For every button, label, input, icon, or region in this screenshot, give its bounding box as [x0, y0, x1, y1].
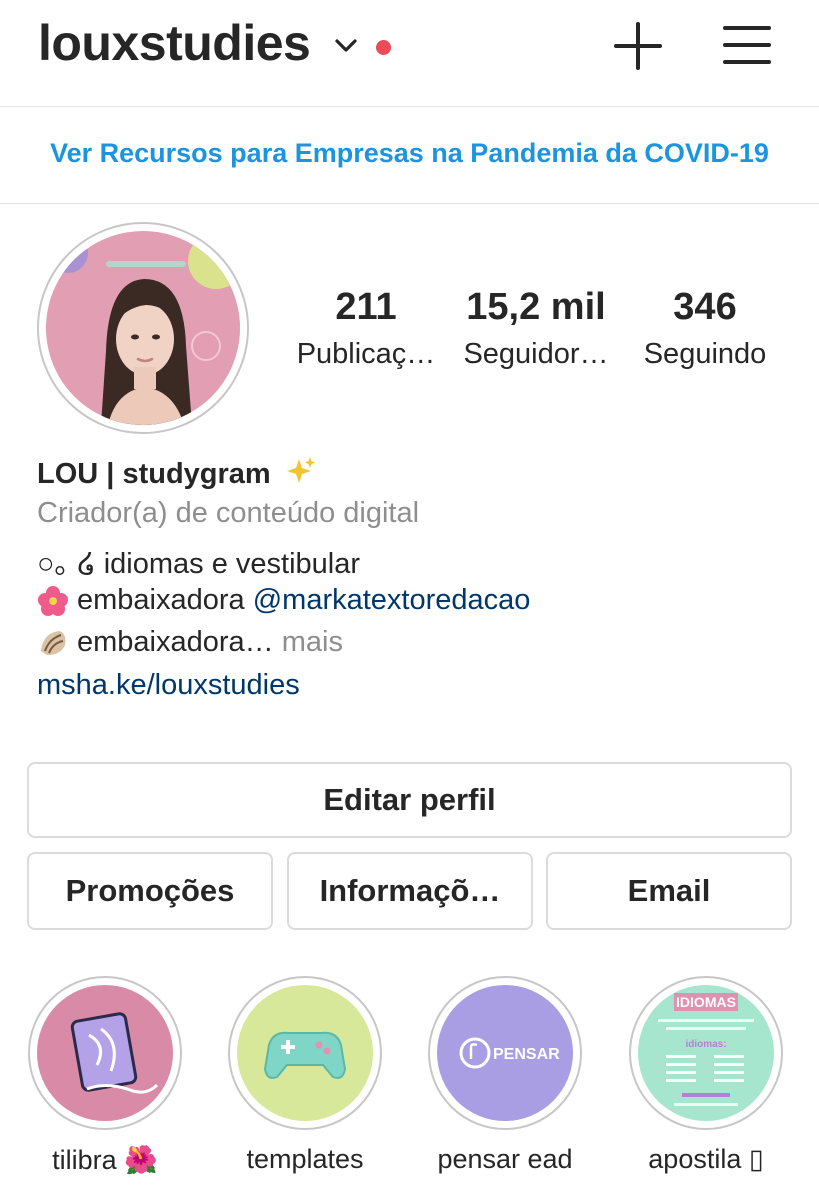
highlight-templates[interactable]: templates [225, 976, 385, 1175]
shell-icon [41, 631, 66, 656]
hibiscus-icon [38, 586, 68, 617]
bio-line-3: embaixadora… mais [37, 626, 343, 659]
highlight-label: pensar ead [437, 1144, 573, 1174]
bio-line-3-text: embaixadora… [77, 626, 274, 658]
covid-resources-link[interactable]: Ver Recursos para Empresas na Pandemia d… [0, 138, 819, 169]
account-switcher-username[interactable]: louxstudies [38, 14, 311, 72]
chevron-down-icon[interactable] [334, 36, 358, 56]
top-bar: louxstudies [0, 0, 819, 107]
apostila-subtitle: idiomas: [685, 1039, 726, 1050]
stat-posts-value: 211 [335, 286, 397, 328]
gamepad-icon [263, 1031, 347, 1079]
highlight-ring: IDIOMAS idiomas: [629, 976, 783, 1130]
highlight-pensar-ead[interactable]: PENSAR pensar ead [425, 976, 585, 1175]
stat-followers[interactable]: 15,2 mil Seguidor… [458, 286, 614, 371]
stat-following-label: Seguindo [643, 338, 767, 370]
bio-name-row: LOU | studygram [37, 455, 317, 491]
notebook-icon [70, 1012, 159, 1094]
stat-posts-label: Publicaç… [296, 338, 436, 370]
promotions-button[interactable]: Promoções [27, 852, 273, 930]
apostila-title: IDIOMAS [676, 994, 736, 1010]
highlight-label: apostila ▯ [648, 1144, 764, 1174]
profile-photo [46, 231, 240, 425]
hamburger-menu-icon[interactable] [722, 22, 772, 68]
pensar-logo-icon: PENSAR [459, 1037, 560, 1069]
email-button[interactable]: Email [546, 852, 792, 930]
sparkles-icon [286, 457, 315, 483]
stat-followers-value: 15,2 mil [466, 286, 606, 328]
stat-followers-label: Seguidor… [463, 338, 609, 370]
highlight-cover [37, 985, 173, 1121]
highlight-ring [228, 976, 382, 1130]
new-post-icon[interactable] [612, 20, 664, 72]
stat-following-value: 346 [673, 286, 737, 328]
stat-posts[interactable]: 211 Publicaç… [293, 286, 439, 371]
highlight-cover: PENSAR [437, 985, 573, 1121]
highlight-label: tilibra 🌺 [52, 1145, 158, 1175]
highlight-ring: PENSAR [428, 976, 582, 1130]
highlight-tilibra[interactable]: tilibra 🌺 [25, 976, 185, 1176]
apostila-cover-graphic: IDIOMAS idiomas: [658, 993, 754, 1106]
info-button[interactable]: Informaçõ… [287, 852, 533, 930]
covid-resources-banner: Ver Recursos para Empresas na Pandemia d… [0, 106, 819, 204]
bio-line-1: ○｡ ໒ idiomas e vestibular [37, 548, 360, 580]
profile-category: Criador(a) de conteúdo digital [37, 497, 420, 529]
stat-following[interactable]: 346 Seguindo [633, 286, 777, 371]
highlight-ring [28, 976, 182, 1130]
notification-dot [376, 40, 391, 55]
mention-link[interactable]: @markatextoredacao [253, 584, 531, 616]
profile-display-name: LOU | studygram [37, 458, 271, 490]
highlight-label: templates [246, 1144, 364, 1174]
more-link[interactable]: mais [274, 626, 343, 658]
bio-website-link[interactable]: msha.ke/louxstudies [37, 669, 300, 702]
pensar-logo-text: PENSAR [493, 1046, 560, 1063]
highlight-apostila[interactable]: IDIOMAS idiomas: apostila ▯ [626, 976, 786, 1175]
profile-avatar[interactable] [37, 222, 249, 434]
highlight-cover: IDIOMAS idiomas: [638, 985, 774, 1121]
edit-profile-button[interactable]: Editar perfil [27, 762, 792, 838]
bio-line-2: embaixadora @markatextoredacao [37, 584, 530, 617]
bio-line-2-text: embaixadora [77, 584, 253, 616]
highlight-cover [237, 985, 373, 1121]
